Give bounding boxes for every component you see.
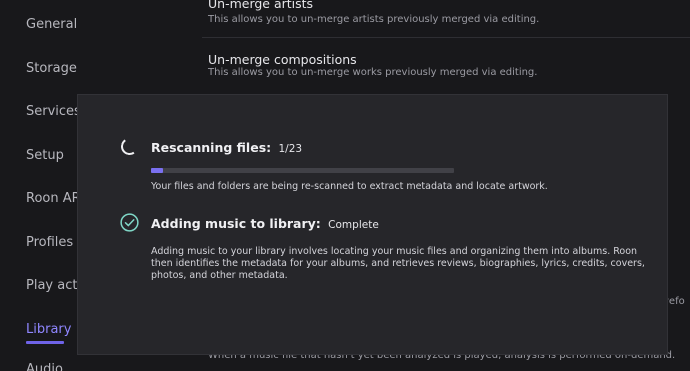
sidebar-item-general[interactable]: General [26,17,77,32]
settings-sidebar: General Storage Services Setup Roon ARC … [0,0,80,371]
sidebar-item-setup[interactable]: Setup [26,148,64,163]
rescan-task-description: Your files and folders are being re-scan… [151,181,548,192]
unmerge-compositions-description: This allows you to un-merge works previo… [208,67,538,78]
rescan-progress-bar [151,168,454,173]
sidebar-item-profiles[interactable]: Profiles [26,235,73,250]
sidebar-item-audio[interactable]: Audio [26,362,63,371]
rescan-task-status: 1/23 [278,143,303,155]
add-music-task-description: Adding music to your library involves lo… [151,246,645,281]
loading-spinner-icon [119,136,140,157]
add-music-task-label: Adding music to library: [151,216,321,231]
sidebar-item-storage[interactable]: Storage [26,61,77,76]
library-progress-dialog: Rescanning files: 1/23 Your files and fo… [77,94,668,355]
unmerge-compositions-title[interactable]: Un-merge compositions [208,52,357,67]
sidebar-item-services[interactable]: Services [26,104,80,119]
rescan-task-title: Rescanning files: 1/23 [151,140,302,155]
sidebar-item-library[interactable]: Library [26,322,71,337]
active-tab-indicator [26,341,64,344]
check-circle-icon [120,213,139,232]
unmerge-artists-title[interactable]: Un-merge artists [208,0,313,11]
rescan-task-label: Rescanning files: [151,140,272,155]
unmerge-artists-description: This allows you to un-merge artists prev… [208,14,540,25]
rescan-progress-fill [151,168,164,173]
add-music-task-title: Adding music to library: Complete [151,216,379,231]
divider [202,37,690,38]
sidebar-item-play-actions[interactable]: Play actio [26,278,80,293]
sidebar-item-roon-arc[interactable]: Roon ARC [26,191,80,206]
add-music-task-status: Complete [328,219,379,231]
